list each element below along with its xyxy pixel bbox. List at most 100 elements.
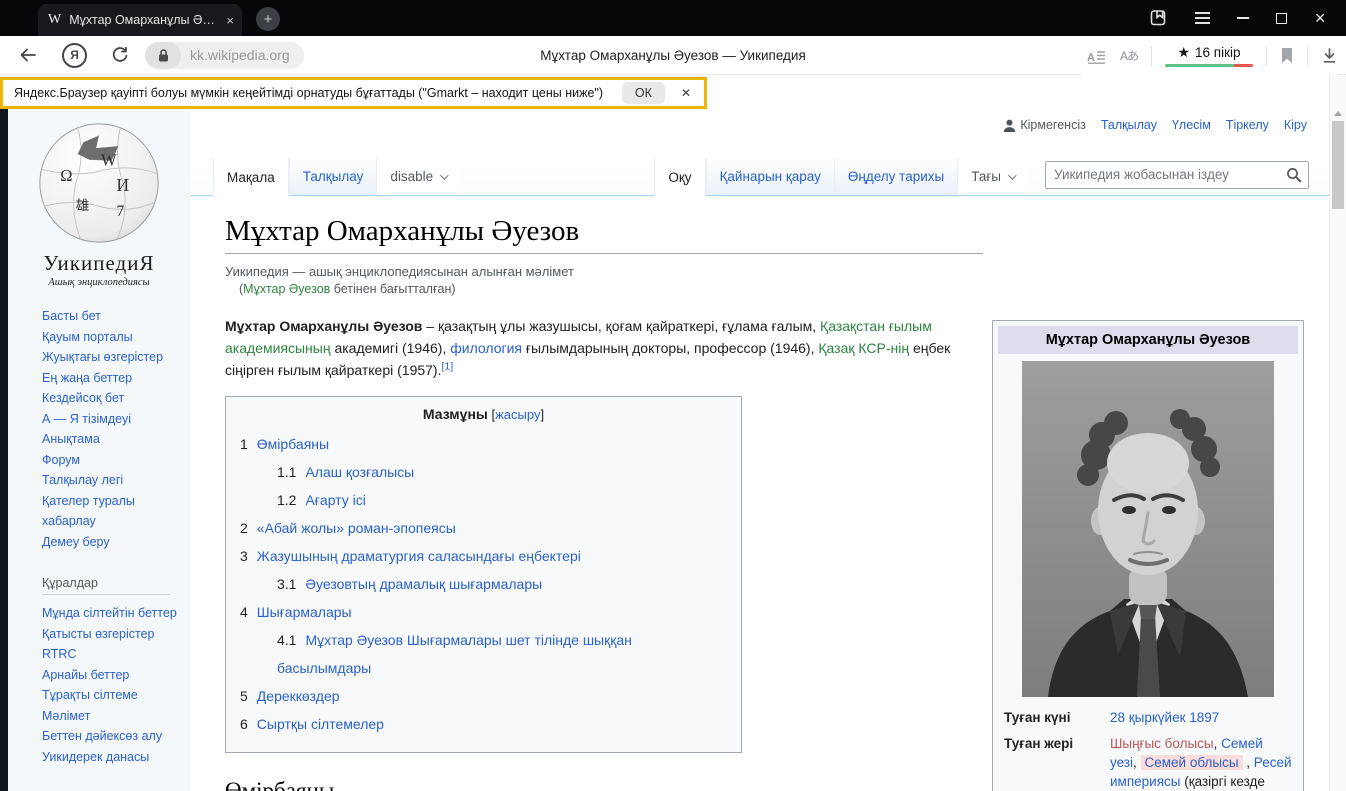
personal-link[interactable]: Тіркелу — [1226, 118, 1269, 132]
search-box — [1045, 161, 1309, 189]
tab-close-icon[interactable]: × — [226, 13, 234, 28]
sidebar-link[interactable]: Мұнда сілтейтін беттер — [42, 603, 182, 624]
infobox-label: Туған күні — [1004, 708, 1110, 727]
address-bar[interactable]: kk.wikipedia.org — [145, 42, 304, 69]
reload-icon[interactable] — [111, 46, 129, 64]
window-close-button[interactable]: ✕ — [1314, 11, 1326, 25]
download-icon[interactable] — [1321, 47, 1338, 64]
page-title: Мұхтар Омарханұлы Әуезов — [225, 215, 983, 254]
toc-item[interactable]: 5Дереккөздер — [240, 682, 727, 710]
toc-item[interactable]: 4Шығармалары — [240, 598, 727, 626]
sidebar-link[interactable]: Тұрақты сілтеме — [42, 685, 182, 706]
wikipedia-globe-icon: W Ω И 雄 7 — [35, 119, 163, 247]
infobox-value: Шыңғыс болысы, Семей уезі, Семей облысы … — [1110, 734, 1292, 791]
reviews-widget[interactable]: ★ 16 пікір — [1165, 44, 1253, 68]
chevron-down-icon — [440, 171, 448, 179]
sidebar-link[interactable]: Арнайы беттер — [42, 665, 182, 686]
back-button[interactable] — [18, 46, 38, 64]
toc-title: Мазмұны — [423, 406, 488, 422]
left-edge-strip — [0, 109, 8, 791]
tab-article[interactable]: Мақала — [213, 158, 289, 196]
translate-icon[interactable]: Aあ — [1120, 47, 1138, 64]
tab-view-source[interactable]: Қайнарын қарау — [706, 158, 834, 195]
sidebar-link[interactable]: Басты бет — [42, 306, 182, 327]
sidebar-link[interactable]: RTRC — [42, 644, 182, 665]
page-title-center: Мұхтар Омарханұлы Әуезов — Уикипедия — [330, 48, 1016, 63]
notification-close-icon[interactable]: ✕ — [681, 86, 691, 100]
tab-more-dropdown[interactable]: Тағы — [957, 158, 1027, 195]
table-of-contents: Мазмұны [жасыру] 1Өмірбаяны 1.1Алаш қозғ… — [225, 396, 742, 753]
sidebar-link[interactable]: А — Я тізімдеуі — [42, 409, 182, 430]
sidebar-link[interactable]: Уикидерек данасы — [42, 747, 182, 768]
tab-history[interactable]: Өңделу тарихы — [834, 158, 957, 195]
yandex-icon[interactable]: Я — [62, 43, 87, 68]
section-heading: Өмірбаяны — [225, 778, 983, 791]
infobox-value: 28 қыркүйек 1897 — [1110, 708, 1292, 727]
wiki-content: Кірмегенсіз Талқылау Үлесім Тіркелу Кіру Ма… — [190, 109, 1329, 791]
wikipedia-logo[interactable]: W Ω И 雄 7 УикипедиЯ Ашық энциклопедиясы — [8, 109, 190, 288]
window-maximize-button[interactable] — [1276, 13, 1287, 24]
sidebar-link[interactable]: Форум — [42, 450, 182, 471]
infobox-row-birthplace: Туған жері Шыңғыс болысы, Семей уезі, Се… — [998, 731, 1298, 791]
username[interactable]: Кірмегенсіз — [1003, 118, 1085, 132]
wikipedia-page: W Ω И 雄 7 УикипедиЯ Ашық энциклопедиясы … — [0, 109, 1329, 791]
window-minimize-button[interactable] — [1237, 17, 1249, 19]
sidebar-link[interactable]: Беттен дәйексөз алу — [42, 726, 182, 747]
personal-link[interactable]: Кіру — [1284, 118, 1307, 132]
lock-icon[interactable] — [145, 42, 181, 69]
sidebar-link[interactable]: Мәлімет — [42, 706, 182, 727]
toc-item[interactable]: 1.2Ағарту ісі — [277, 486, 727, 514]
tab-title: Мұхтар Омарханұлы Әуезов — [69, 13, 220, 27]
svg-text:И: И — [116, 175, 129, 195]
sidebar-link[interactable]: Кездейсоқ бет — [42, 388, 182, 409]
sidebar-link[interactable]: Қатысты өзгерістер — [42, 624, 182, 645]
portrait-photo — [1022, 361, 1274, 697]
sidebar-link[interactable]: Демеу беру — [42, 532, 182, 553]
personal-bar: Кірмегенсіз Талқылау Үлесім Тіркелу Кіру — [1003, 118, 1307, 132]
new-tab-button[interactable]: + — [256, 7, 280, 31]
toc-hide-link[interactable]: жасыру — [495, 407, 540, 422]
toc-list: 1Өмірбаяны 1.1Алаш қозғалысы 1.2Ағарту і… — [240, 430, 727, 738]
browser-toolbar: Я kk.wikipedia.org Мұхтар Омарханұлы Әуе… — [0, 36, 1346, 75]
tab-talk[interactable]: Талқылау — [289, 158, 377, 195]
browser-tab-bar: W Мұхтар Омарханұлы Әуезов × + ✕ — [0, 0, 1346, 36]
url-text: kk.wikipedia.org — [181, 47, 304, 63]
tab-read[interactable]: Оқу — [654, 158, 705, 196]
sidebar-link[interactable]: Талқылау легі — [42, 470, 182, 491]
toc-item[interactable]: 1.1Алаш қозғалысы — [277, 458, 727, 486]
toc-item[interactable]: 3.1Әуезовтың драмалық шығармалары — [277, 570, 727, 598]
sidebar-link[interactable]: Қателер туралы хабарлау — [42, 491, 182, 532]
side-panel-icon[interactable] — [1149, 9, 1168, 27]
search-input[interactable] — [1045, 161, 1309, 189]
personal-link[interactable]: Үлесім — [1172, 118, 1211, 132]
infobox-row-birthdate: Туған күні 28 қыркүйек 1897 — [998, 705, 1298, 731]
toc-item[interactable]: 4.1Мұхтар Әуезов Шығармалары шет тілінде… — [277, 626, 727, 682]
infobox-label: Туған жері — [1004, 734, 1110, 791]
search-icon[interactable] — [1286, 167, 1302, 183]
lead-paragraph: Мұхтар Омарханұлы Әуезов – қазақтың ұлы … — [225, 315, 973, 381]
sidebar-link[interactable]: Жуықтағы өзгерістер — [42, 347, 182, 368]
browser-tab[interactable]: W Мұхтар Омарханұлы Әуезов × — [38, 4, 242, 36]
star-icon: ★ — [1177, 44, 1190, 61]
reader-mode-icon[interactable]: A — [1087, 48, 1107, 64]
toc-item[interactable]: 2«Абай жолы» роман-эпопеясы — [240, 514, 727, 542]
personal-link[interactable]: Талқылау — [1101, 118, 1157, 132]
bookmark-icon[interactable] — [1280, 47, 1294, 64]
tab-variant-dropdown[interactable]: disable — [376, 158, 459, 195]
page-scrollbar[interactable] — [1329, 75, 1346, 791]
toc-item[interactable]: 1Өмірбаяны — [240, 430, 727, 458]
sidebar-nav-list: Басты бетҚауым порталыЖуықтағы өзгерісте… — [8, 306, 190, 552]
sidebar-tools-header: Құралдар — [42, 576, 170, 595]
sidebar-link[interactable]: Қауым порталы — [42, 327, 182, 348]
sidebar-link[interactable]: Анықтама — [42, 429, 182, 450]
menu-icon[interactable] — [1195, 12, 1210, 24]
infobox-title: Мұхтар Омарханұлы Әуезов — [998, 326, 1298, 354]
scrollbar-thumb[interactable] — [1332, 121, 1344, 209]
wikipedia-favicon-icon: W — [48, 12, 61, 28]
toc-item[interactable]: 6Сыртқы сілтемелер — [240, 710, 727, 738]
notification-ok-button[interactable]: ОК — [622, 82, 665, 104]
toc-item[interactable]: 3Жазушының драматургия саласындағы еңбек… — [240, 542, 727, 570]
sidebar-link[interactable]: Ең жаңа беттер — [42, 368, 182, 389]
logo-wordmark: УикипедиЯ — [8, 251, 190, 276]
scrollbar-up-arrow-icon[interactable] — [1334, 111, 1342, 116]
